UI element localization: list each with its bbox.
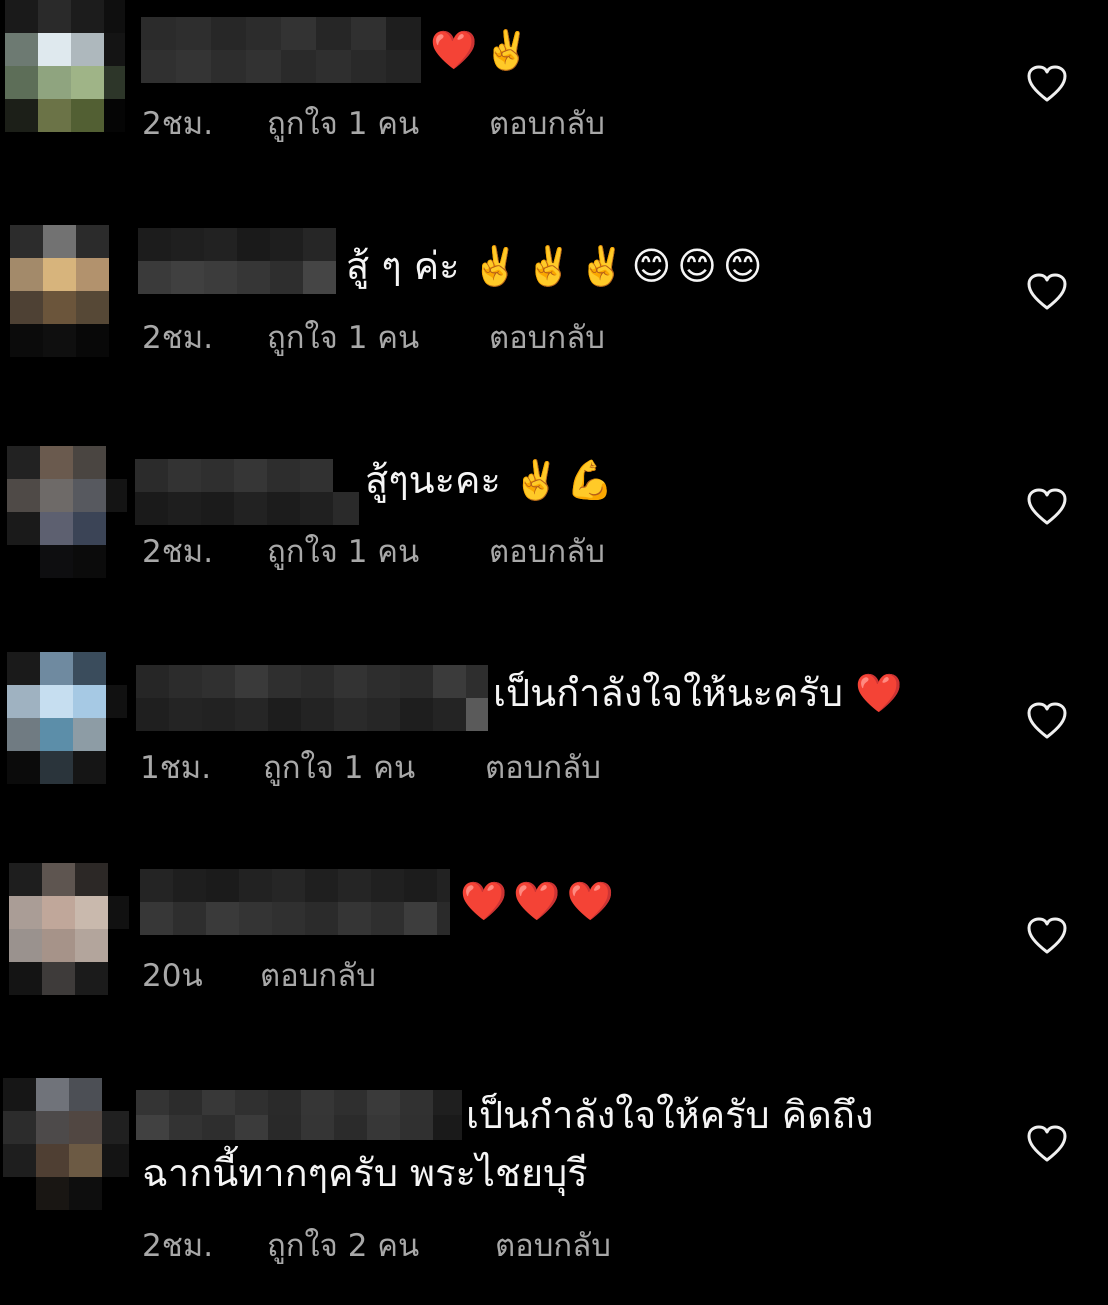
comment-text: ❤️❤️❤️ (460, 873, 620, 929)
comment-emoji: ✌️💪 (512, 458, 620, 502)
username-redacted[interactable] (136, 1090, 462, 1140)
comment-time: 20น (142, 958, 203, 994)
comment-text-body: เป็นกำลังใจให้ครับ คิดถึง (466, 1093, 874, 1137)
heart-outline-icon[interactable] (1026, 1124, 1068, 1164)
reply-button[interactable]: ตอบกลับ (489, 532, 605, 572)
comment-text: เป็นกำลังใจให้นะครับ ❤️ (493, 665, 908, 721)
comment-time: 2ชม. (142, 534, 214, 570)
comment-meta: 2ชม. ถูกใจ 1 คน ตอบกลับ (142, 318, 605, 358)
comment-time: 1ชม. (140, 750, 212, 786)
comment-text-line2: ฉากนี้ทากๆครับ พระไชยบุรี (142, 1145, 588, 1201)
avatar[interactable] (9, 863, 129, 995)
comment-meta: 2ชม. ถูกใจ 1 คน ตอบกลับ (142, 532, 605, 572)
comment-time: 2ชม. (142, 106, 214, 142)
username-redacted[interactable] (135, 459, 359, 525)
heart-outline-icon[interactable] (1026, 487, 1068, 527)
comment-likes-count[interactable]: ถูกใจ 1 คน (267, 532, 489, 572)
comment-text: สู้ๆนะคะ ✌️💪 (365, 452, 620, 508)
comment-text: เป็นกำลังใจให้ครับ คิดถึง (466, 1087, 873, 1143)
comment-emoji: ❤️❤️❤️ (460, 879, 620, 923)
comment-meta: 2ชม. ถูกใจ 2 คน ตอบกลับ (142, 1226, 611, 1266)
comment-text-body: สู้ๆนะคะ (365, 458, 501, 502)
comment-meta: 1ชม. ถูกใจ 1 คน ตอบกลับ (140, 748, 601, 788)
avatar[interactable] (10, 225, 122, 357)
reply-button[interactable]: ตอบกลับ (495, 1226, 611, 1266)
heart-outline-icon[interactable] (1026, 64, 1068, 104)
comment-likes-count[interactable]: ถูกใจ 1 คน (263, 748, 485, 788)
comment-meta: 20น ตอบกลับ (142, 956, 376, 996)
comment-text-body: สู้ ๆ ค่ะ (346, 244, 460, 288)
username-redacted[interactable] (140, 869, 450, 935)
avatar[interactable] (7, 446, 127, 578)
reply-button[interactable]: ตอบกลับ (260, 956, 376, 996)
comment-time: 2ชม. (142, 1228, 214, 1264)
comment-emoji: ❤️ (855, 671, 909, 715)
comment-text-body: เป็นกำลังใจให้นะครับ (493, 671, 844, 715)
username-redacted[interactable] (136, 665, 488, 731)
comment-likes-count[interactable]: ถูกใจ 1 คน (267, 318, 489, 358)
reply-button[interactable]: ตอบกลับ (489, 104, 605, 144)
comment-likes-count[interactable]: ถูกใจ 1 คน (267, 104, 489, 144)
heart-outline-icon[interactable] (1026, 272, 1068, 312)
comment-text: ❤️✌️ (430, 22, 537, 78)
avatar[interactable] (7, 652, 127, 784)
comment-text-body-line2: ฉากนี้ทากๆครับ พระไชยบุรี (142, 1151, 588, 1195)
heart-outline-icon[interactable] (1026, 916, 1068, 956)
comment-meta: 2ชม. ถูกใจ 1 คน ตอบกลับ (142, 104, 605, 144)
reply-button[interactable]: ตอบกลับ (485, 748, 601, 788)
comment-emoji: ❤️✌️ (430, 28, 537, 72)
reply-button[interactable]: ตอบกลับ (489, 318, 605, 358)
username-redacted[interactable] (141, 17, 421, 83)
avatar[interactable] (3, 1078, 129, 1210)
comment-likes-count[interactable]: ถูกใจ 2 คน (267, 1226, 495, 1266)
heart-outline-icon[interactable] (1026, 701, 1068, 741)
avatar[interactable] (5, 0, 125, 132)
username-redacted[interactable] (138, 228, 336, 294)
comment-emoji: ✌️✌️✌️😊😊😊 (471, 244, 769, 288)
comment-time: 2ชม. (142, 320, 214, 356)
comment-text: สู้ ๆ ค่ะ ✌️✌️✌️😊😊😊 (346, 238, 768, 294)
